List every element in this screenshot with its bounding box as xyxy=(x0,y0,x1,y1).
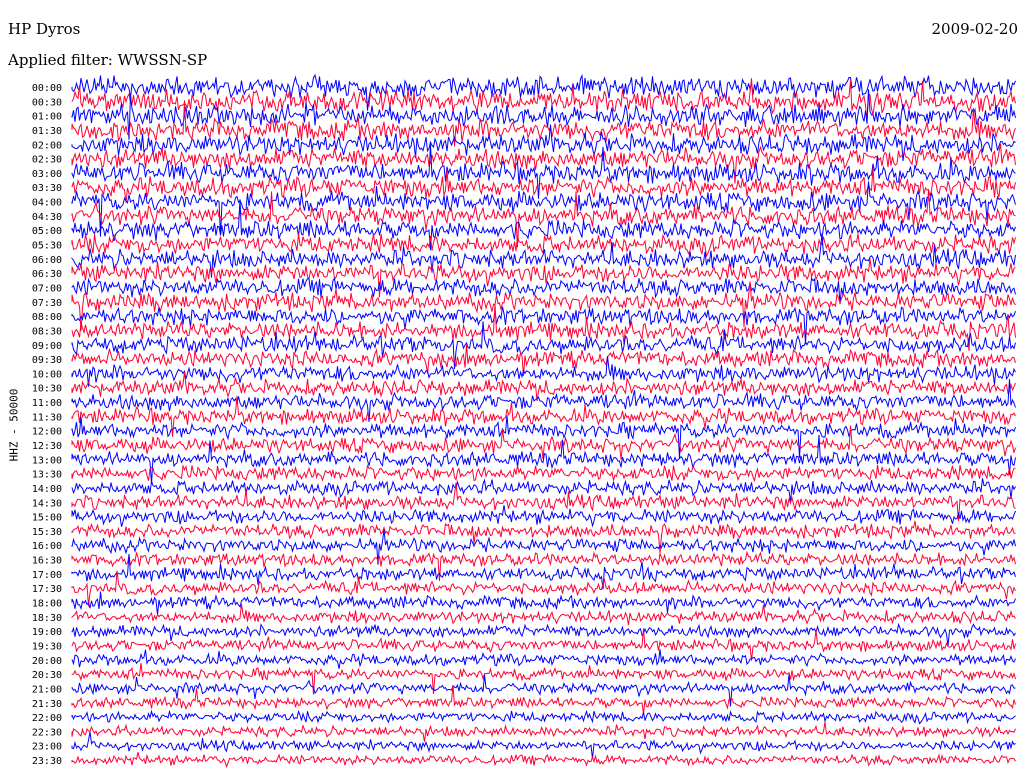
time-label: 00:00 xyxy=(32,83,62,94)
time-label: 13:30 xyxy=(32,470,62,481)
helicorder-plot: 00:00 00:30 01:00 01:30 02:00 02:30 03:00 03:30… xyxy=(32,73,1016,768)
time-label: 10:00 xyxy=(32,369,62,380)
time-label: 08:00 xyxy=(32,312,62,323)
time-label: 19:00 xyxy=(32,627,62,638)
trace-row xyxy=(71,603,1016,626)
trace-row xyxy=(71,751,1016,768)
time-label: 08:30 xyxy=(32,326,62,337)
time-label: 12:00 xyxy=(32,427,62,438)
time-label: 13:00 xyxy=(32,455,62,466)
time-label: 19:30 xyxy=(32,641,62,652)
time-label: 20:30 xyxy=(32,670,62,681)
time-label: 01:00 xyxy=(32,112,62,123)
time-label: 00:30 xyxy=(32,97,62,108)
time-label: 23:30 xyxy=(32,756,62,767)
trace-group xyxy=(71,73,1016,768)
time-label: 12:30 xyxy=(32,441,62,452)
time-label: 10:30 xyxy=(32,384,62,395)
trace-row xyxy=(71,464,1016,483)
time-label: 03:30 xyxy=(32,183,62,194)
time-label: 06:00 xyxy=(32,255,62,266)
trace-row xyxy=(71,478,1016,503)
time-label: 15:00 xyxy=(32,513,62,524)
trace-row xyxy=(71,591,1016,616)
time-label: 21:30 xyxy=(32,699,62,710)
time-label: 04:30 xyxy=(32,212,62,223)
time-label: 14:00 xyxy=(32,484,62,495)
time-label: 02:30 xyxy=(32,155,62,166)
trace-row xyxy=(71,628,1016,661)
time-label: 14:30 xyxy=(32,498,62,509)
time-label: 15:30 xyxy=(32,527,62,538)
time-label: 18:00 xyxy=(32,599,62,610)
time-label: 07:00 xyxy=(32,283,62,294)
time-label: 02:00 xyxy=(32,140,62,151)
time-label: 23:00 xyxy=(32,742,62,753)
time-label: 05:30 xyxy=(32,241,62,252)
trace-row xyxy=(71,731,1016,759)
time-label: 22:30 xyxy=(32,727,62,738)
trace-row xyxy=(71,722,1016,742)
trace-row xyxy=(71,649,1016,669)
time-label: 21:00 xyxy=(32,684,62,695)
trace-row xyxy=(71,167,1016,203)
time-label: 16:30 xyxy=(32,556,62,567)
trace-row xyxy=(71,355,1016,387)
time-label: 16:00 xyxy=(32,541,62,552)
time-label: 04:00 xyxy=(32,198,62,209)
time-label: 18:30 xyxy=(32,613,62,624)
time-label: 09:30 xyxy=(32,355,62,366)
time-label: 06:30 xyxy=(32,269,62,280)
time-label: 20:00 xyxy=(32,656,62,667)
time-label: 22:00 xyxy=(32,713,62,724)
trace-row xyxy=(71,372,1016,402)
trace-row xyxy=(71,529,1016,565)
time-label: 03:00 xyxy=(32,169,62,180)
time-label-group: 00:00 00:30 01:00 01:30 02:00 02:30 03:00 03:30… xyxy=(32,83,62,767)
time-label: 17:30 xyxy=(32,584,62,595)
trace-row xyxy=(71,505,1016,528)
time-label: 09:00 xyxy=(32,341,62,352)
time-label: 01:30 xyxy=(32,126,62,137)
trace-row xyxy=(71,709,1016,725)
time-label: 11:30 xyxy=(32,412,62,423)
time-label: 07:30 xyxy=(32,298,62,309)
time-label: 11:00 xyxy=(32,398,62,409)
time-label: 05:00 xyxy=(32,226,62,237)
time-label: 17:00 xyxy=(32,570,62,581)
